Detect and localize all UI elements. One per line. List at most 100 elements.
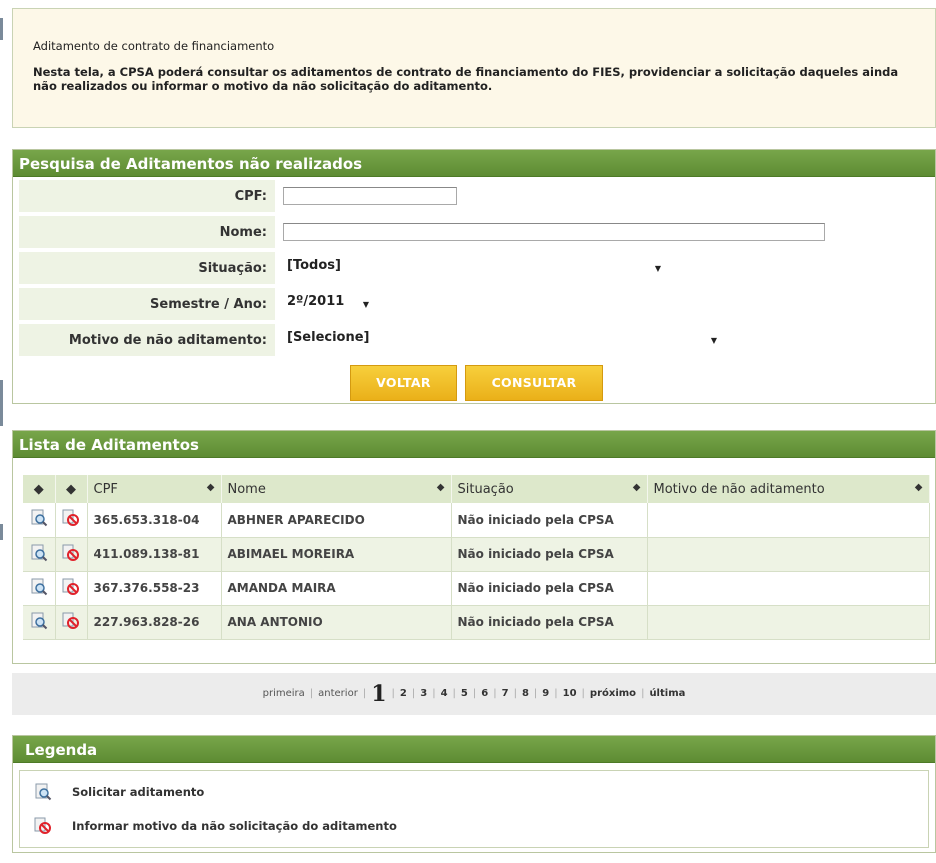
magnifier-document-icon[interactable] bbox=[30, 578, 48, 596]
cpf-label: CPF: bbox=[19, 180, 275, 212]
consultar-button[interactable]: CONSULTAR bbox=[465, 365, 603, 401]
nome-cell: ABIMAEL MOREIRA bbox=[221, 537, 452, 572]
situacao-row: Situação: [Todos] ▼ bbox=[19, 252, 931, 285]
semestre-label: Semestre / Ano: bbox=[19, 288, 275, 320]
cpf-cell: 365.653.318-04 bbox=[87, 503, 222, 538]
solicitar-cell[interactable] bbox=[23, 605, 56, 640]
prohibited-document-icon[interactable] bbox=[62, 509, 80, 527]
table-header-row: ◆ ◆ CPF ◆ Nome ◆ Situação ◆ Motivo de não a… bbox=[23, 475, 930, 503]
col-cpf-header[interactable]: CPF ◆ bbox=[87, 475, 222, 503]
edge-marker bbox=[0, 380, 3, 426]
nome-cell: ANA ANTONIO bbox=[221, 605, 452, 640]
magnifier-document-icon bbox=[35, 783, 52, 801]
motivo-value-cell bbox=[647, 605, 930, 640]
pager-page-link[interactable]: 8 bbox=[522, 673, 529, 715]
motivo-row: Motivo de não aditamento: [Selecione] ▼ bbox=[19, 324, 931, 357]
pager-separator: | bbox=[452, 688, 456, 699]
pager-separator: | bbox=[554, 688, 558, 699]
search-panel: Pesquisa de Aditamentos não realizados C… bbox=[12, 149, 936, 404]
pager-current-page: 1 bbox=[371, 681, 387, 707]
magnifier-document-icon[interactable] bbox=[30, 509, 48, 527]
chevron-down-icon: ▼ bbox=[362, 300, 369, 309]
semestre-select[interactable]: 2º/2011 ▼ bbox=[283, 294, 375, 314]
pager-separator: | bbox=[533, 688, 538, 699]
list-panel-title: Lista de Aditamentos bbox=[13, 431, 935, 458]
solicitar-cell[interactable] bbox=[23, 571, 56, 606]
sort-icon: ◆ bbox=[914, 481, 923, 493]
situacao-selected-value: [Todos] bbox=[287, 258, 341, 273]
col-motivo-header[interactable]: Motivo de não aditamento ◆ bbox=[647, 475, 930, 503]
pager-last-link[interactable]: última bbox=[649, 673, 685, 715]
table-row: 367.376.558-23 AMANDA MAIRA Não iniciado… bbox=[23, 571, 930, 606]
intro-title: Aditamento de contrato de financiamento bbox=[33, 39, 275, 53]
pager-prev-link[interactable]: anterior bbox=[318, 673, 358, 715]
cpf-cell: 227.963.828-26 bbox=[87, 605, 222, 640]
prohibited-document-icon[interactable] bbox=[62, 612, 80, 630]
pager-page-link[interactable]: 10 bbox=[563, 673, 577, 715]
voltar-button[interactable]: VOLTAR bbox=[350, 365, 457, 401]
table-row: 411.089.138-81 ABIMAEL MOREIRA Não inici… bbox=[23, 537, 930, 572]
motivo-cell[interactable] bbox=[55, 571, 88, 606]
situacao-cell: Não iniciado pela CPSA bbox=[451, 605, 648, 640]
prohibited-document-icon[interactable] bbox=[62, 578, 80, 596]
chevron-down-icon: ▼ bbox=[654, 264, 661, 273]
legend-panel: Legenda Solicitar aditamento Informar mo… bbox=[12, 735, 936, 853]
pager-separator: | bbox=[641, 688, 645, 699]
pager-page-link[interactable]: 4 bbox=[441, 673, 448, 715]
pager-separator: | bbox=[309, 688, 314, 699]
legend-item-label: Informar motivo da não solicitação do ad… bbox=[72, 819, 397, 833]
nome-cell: AMANDA MAIRA bbox=[221, 571, 452, 606]
magnifier-document-icon[interactable] bbox=[30, 544, 48, 562]
solicitar-cell[interactable] bbox=[23, 503, 56, 538]
col-action-2-header[interactable]: ◆ bbox=[55, 475, 88, 503]
pager-separator: | bbox=[362, 688, 367, 699]
situacao-select[interactable]: [Todos] ▼ bbox=[283, 258, 667, 278]
edge-marker bbox=[0, 524, 3, 540]
cpf-cell: 367.376.558-23 bbox=[87, 571, 222, 606]
motivo-cell[interactable] bbox=[55, 537, 88, 572]
nome-row: Nome: bbox=[19, 216, 931, 249]
sort-icon: ◆ bbox=[632, 481, 641, 493]
prohibited-document-icon bbox=[34, 817, 51, 834]
cpf-row: CPF: bbox=[19, 180, 931, 213]
magnifier-document-icon[interactable] bbox=[30, 612, 48, 630]
nome-input[interactable] bbox=[283, 223, 825, 241]
motivo-value-cell bbox=[647, 503, 930, 538]
motivo-cell[interactable] bbox=[55, 605, 88, 640]
sort-icon: ◆ bbox=[206, 481, 215, 493]
sort-icon: ◆ bbox=[436, 481, 445, 493]
semestre-row: Semestre / Ano: 2º/2011 ▼ bbox=[19, 288, 931, 321]
motivo-cell[interactable] bbox=[55, 503, 88, 538]
intro-description: Nesta tela, a CPSA poderá consultar os a… bbox=[33, 65, 899, 93]
pager-separator: | bbox=[472, 688, 477, 699]
pager-page-link[interactable]: 6 bbox=[481, 673, 488, 715]
pager-separator: | bbox=[411, 688, 416, 699]
nome-label: Nome: bbox=[19, 216, 275, 248]
pager-first-link[interactable]: primeira bbox=[263, 673, 305, 715]
motivo-selected-value: [Selecione] bbox=[287, 330, 370, 345]
aditamentos-table: ◆ ◆ CPF ◆ Nome ◆ Situação ◆ Motivo de não a… bbox=[23, 475, 930, 640]
col-situacao-header[interactable]: Situação ◆ bbox=[451, 475, 648, 503]
situacao-label: Situação: bbox=[19, 252, 275, 284]
legend-body: Solicitar aditamento Informar motivo da … bbox=[19, 770, 929, 848]
list-panel: Lista de Aditamentos ◆ ◆ CPF ◆ Nome ◆ Situ… bbox=[12, 430, 936, 664]
pager-next-link[interactable]: próximo bbox=[590, 673, 636, 715]
pager-page-link[interactable]: 9 bbox=[542, 673, 549, 715]
situacao-cell: Não iniciado pela CPSA bbox=[451, 537, 648, 572]
pagination: primeira | anterior | 1 | 2 | 3 | 4 | 5 | 6 | 7 | 8 | 9 | 10 | p… bbox=[12, 673, 936, 715]
motivo-select[interactable]: [Selecione] ▼ bbox=[283, 330, 723, 350]
pager-page-link[interactable]: 3 bbox=[420, 673, 427, 715]
pager-separator: | bbox=[581, 688, 585, 699]
pager-page-link[interactable]: 2 bbox=[400, 673, 407, 715]
col-action-1-header[interactable]: ◆ bbox=[23, 475, 56, 503]
legend-item-label: Solicitar aditamento bbox=[72, 785, 205, 799]
nome-cell: ABHNER APARECIDO bbox=[221, 503, 452, 538]
pager-page-link[interactable]: 5 bbox=[461, 673, 468, 715]
solicitar-cell[interactable] bbox=[23, 537, 56, 572]
pager-separator: | bbox=[432, 688, 436, 699]
cpf-input[interactable] bbox=[283, 187, 457, 205]
col-nome-header[interactable]: Nome ◆ bbox=[221, 475, 452, 503]
table-row: 227.963.828-26 ANA ANTONIO Não iniciado … bbox=[23, 605, 930, 640]
pager-page-link[interactable]: 7 bbox=[502, 673, 509, 715]
prohibited-document-icon[interactable] bbox=[62, 544, 80, 562]
